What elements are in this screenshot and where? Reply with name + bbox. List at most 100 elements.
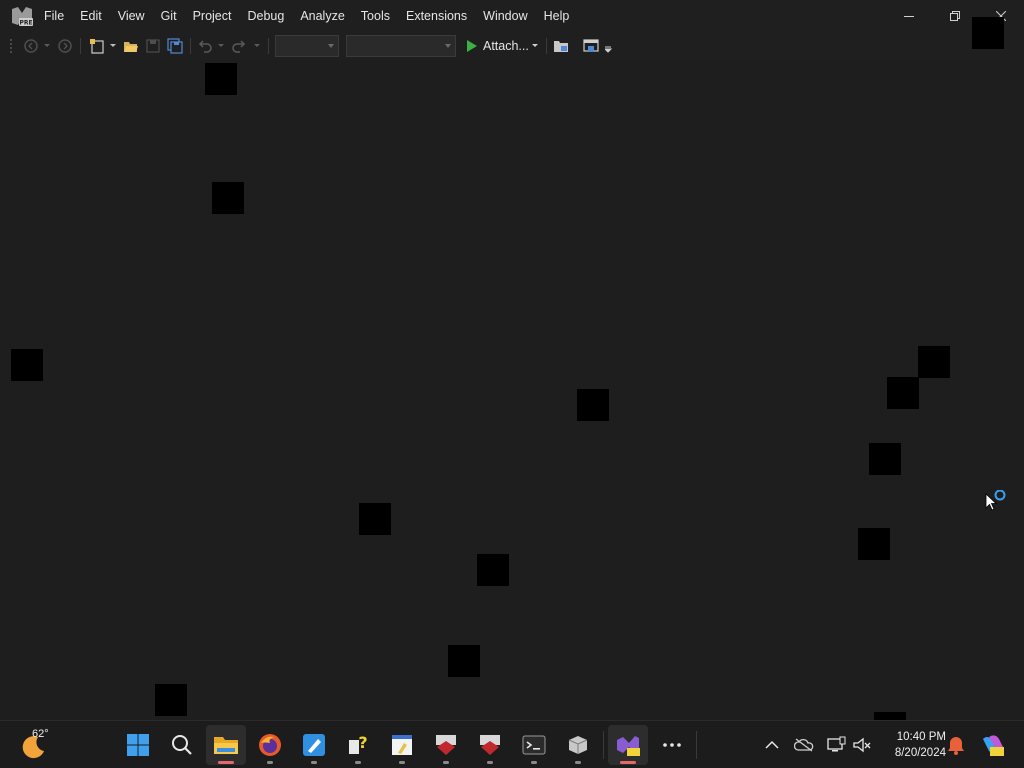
- visual-studio-preview-logo[interactable]: PRE: [10, 5, 34, 27]
- new-project-dropdown-icon[interactable]: [110, 42, 117, 50]
- chevron-down-icon: [328, 44, 334, 48]
- windows-logo-icon: [127, 734, 149, 756]
- window-layout-icon[interactable]: [582, 37, 600, 55]
- running-indicator: [620, 761, 636, 764]
- toolbar-separator: [268, 38, 269, 54]
- menu-project[interactable]: Project: [185, 4, 240, 28]
- windows-taskbar: 62° ? 10:40 PM 8/20/2024: [0, 720, 1024, 768]
- taskbar-firefox[interactable]: [250, 725, 290, 765]
- menu-view[interactable]: View: [110, 4, 153, 28]
- running-indicator: [487, 761, 493, 764]
- onedrive-offline-icon: [794, 738, 814, 752]
- attach-label: Attach...: [483, 39, 529, 53]
- rendering-artifact: [972, 17, 1004, 49]
- network-icon: [827, 736, 846, 752]
- preview-badge: PRE: [19, 20, 32, 27]
- solution-configuration-combo[interactable]: [275, 35, 339, 57]
- title-bar: PRE File Edit View Git Project Debug Ana…: [0, 0, 1024, 32]
- undo-dropdown-icon[interactable]: [218, 42, 225, 50]
- ruby-app-2-icon: [480, 735, 500, 755]
- redo-icon[interactable]: [230, 37, 248, 55]
- navigate-back-icon[interactable]: [22, 37, 40, 55]
- running-indicator: [443, 761, 449, 764]
- undo-icon[interactable]: [196, 37, 214, 55]
- menu-edit[interactable]: Edit: [72, 4, 110, 28]
- open-folder-icon[interactable]: [552, 37, 570, 55]
- rendering-artifact: [918, 346, 950, 378]
- notifications-button[interactable]: [944, 733, 968, 757]
- svg-text:?: ?: [358, 733, 367, 752]
- firefox-icon: [259, 734, 281, 756]
- volume-tray-button[interactable]: [850, 733, 874, 757]
- taskbar-divider: [603, 731, 604, 759]
- taskbar-paint[interactable]: [294, 725, 334, 765]
- clock-time: 10:40 PM: [896, 731, 946, 743]
- running-indicator: [267, 761, 273, 764]
- save-icon[interactable]: [144, 37, 162, 55]
- menu-bar: File Edit View Git Project Debug Analyze…: [36, 0, 577, 32]
- new-project-icon[interactable]: [88, 37, 106, 55]
- menu-file[interactable]: File: [36, 4, 72, 28]
- taskbar-help-tool[interactable]: ?: [338, 725, 378, 765]
- start-button[interactable]: [118, 725, 158, 765]
- menu-analyze[interactable]: Analyze: [292, 4, 352, 28]
- menu-extensions[interactable]: Extensions: [398, 4, 475, 28]
- onedrive-tray-button[interactable]: [792, 733, 816, 757]
- copilot-icon: [983, 735, 1004, 756]
- taskbar-box-app[interactable]: [558, 725, 598, 765]
- toolbar-options-dropdown-icon[interactable]: [605, 46, 612, 54]
- taskbar-notepad[interactable]: [382, 725, 422, 765]
- ruby-app-icon: [436, 735, 456, 755]
- attach-dropdown-icon[interactable]: [532, 42, 539, 50]
- rendering-artifact: [874, 712, 906, 720]
- system-clock[interactable]: 10:40 PM 8/20/2024: [880, 729, 946, 761]
- navigate-forward-icon[interactable]: [56, 37, 74, 55]
- running-indicator: [575, 761, 581, 764]
- taskbar-ruby-app[interactable]: [426, 725, 466, 765]
- menu-debug[interactable]: Debug: [239, 4, 292, 28]
- search-icon: [172, 735, 192, 755]
- open-file-icon[interactable]: [122, 37, 140, 55]
- rendering-artifact: [155, 684, 187, 716]
- taskbar-divider: [696, 731, 697, 759]
- toolbar-separator: [546, 38, 547, 54]
- taskbar-file-explorer[interactable]: [206, 725, 246, 765]
- notepad-icon: [392, 735, 412, 755]
- navigate-back-dropdown-icon[interactable]: [44, 42, 51, 50]
- show-hidden-icons-button[interactable]: [760, 733, 784, 757]
- taskbar-search-button[interactable]: [162, 725, 202, 765]
- network-tray-button[interactable]: [824, 733, 848, 757]
- rendering-artifact: [477, 554, 509, 586]
- taskbar-visual-studio[interactable]: [608, 725, 648, 765]
- chevron-up-icon: [765, 740, 779, 749]
- solution-platform-combo[interactable]: [346, 35, 456, 57]
- rendering-artifact: [869, 443, 901, 475]
- minimize-icon: [904, 16, 914, 17]
- copilot-button[interactable]: [978, 733, 1006, 757]
- minimize-button[interactable]: [886, 0, 932, 32]
- menu-git[interactable]: Git: [153, 4, 185, 28]
- attach-button[interactable]: Attach...: [462, 35, 533, 57]
- redo-dropdown-icon[interactable]: [254, 42, 261, 50]
- taskbar-ruby-app-2[interactable]: [470, 725, 510, 765]
- rendering-artifact: [11, 349, 43, 381]
- toolbar-separator: [190, 38, 191, 54]
- running-indicator: [399, 761, 405, 764]
- toolbar-grip-icon[interactable]: [8, 37, 16, 55]
- menu-tools[interactable]: Tools: [353, 4, 398, 28]
- paint-icon: [303, 734, 325, 756]
- menu-help[interactable]: Help: [536, 4, 578, 28]
- toolbar-separator: [80, 38, 81, 54]
- taskbar-more-button[interactable]: [652, 725, 692, 765]
- menu-window[interactable]: Window: [475, 4, 535, 28]
- volume-muted-icon: [853, 737, 871, 753]
- running-indicator: [311, 761, 317, 764]
- save-all-icon[interactable]: [166, 37, 184, 55]
- chevron-down-icon: [445, 44, 451, 48]
- busy-cursor-icon: [985, 490, 1006, 511]
- running-indicator: [531, 761, 537, 764]
- rendering-artifact: [858, 528, 890, 560]
- rendering-artifact: [887, 377, 919, 409]
- box-app-icon: [568, 736, 588, 754]
- taskbar-terminal[interactable]: [514, 725, 554, 765]
